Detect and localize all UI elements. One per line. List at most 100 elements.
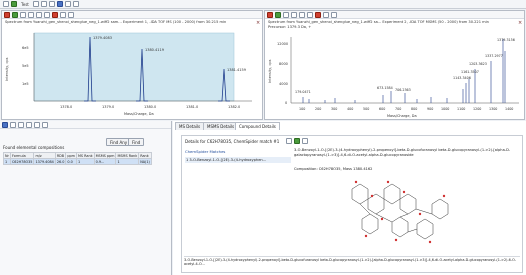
app-window: Test Spectrum from Yuanzhi_gen_shenxi_sh… [0, 0, 526, 275]
print-icon[interactable] [60, 11, 66, 18]
zoom-icon[interactable] [40, 1, 47, 7]
peak-label: 1337.2977 [485, 54, 503, 58]
add-icon[interactable] [12, 11, 18, 18]
compound-bottom-text: 3-O-Benzoyl-1-O-[(2E)-3-(4-hydroxyphenyl… [184, 256, 520, 267]
x-tick-label: 600 [379, 107, 385, 111]
peak-label: 1161.3507 [461, 70, 479, 74]
spectrum-icon[interactable] [267, 11, 273, 18]
x-tick-label: 1000 [441, 107, 449, 111]
tab-msms-details[interactable]: MSMS Details [203, 122, 239, 130]
x-tick-label: 1300 [489, 107, 497, 111]
precursor-label: Precursor: 1379.3 Da, + [268, 25, 312, 29]
peak-label: 1380.4119 [145, 48, 164, 52]
run-icon[interactable] [11, 1, 17, 7]
window-icon[interactable] [42, 121, 48, 128]
print-icon[interactable] [323, 11, 329, 18]
table-icon[interactable] [64, 1, 71, 7]
add-icon[interactable] [275, 11, 281, 18]
ms-spectrum-toolbar [2, 11, 262, 19]
main-toolbar: Test [0, 0, 526, 9]
arrow-right-icon[interactable] [307, 11, 313, 18]
y-axis-label: Intensity, cps [268, 59, 272, 83]
arrow-left-icon[interactable] [36, 11, 42, 18]
cell: C62H78O35 [9, 158, 35, 165]
x-axis-label: Mass/Charge, Da [124, 112, 154, 116]
msms-spectrum-toolbar [265, 11, 524, 19]
chemspider-label: ChemSpider Matches [185, 149, 226, 154]
cell: 1 [115, 158, 140, 165]
arrow-left-icon[interactable] [299, 11, 305, 18]
chemspider-match-row[interactable]: 1 3-O-Benzoyl-1-O-[(2E)-3-(4-hydroxyphen… [185, 157, 291, 163]
globe-icon[interactable] [294, 138, 300, 144]
details-panel: MS Details MSMS Details Compound Details… [173, 121, 526, 275]
open-icon[interactable] [3, 1, 9, 7]
zoom-in-icon[interactable] [20, 11, 26, 18]
msms-spectrum-plot[interactable]: Intensity, cps 12000 8000 4000 0 100 200… [265, 31, 523, 119]
spectrum-icon[interactable] [4, 11, 10, 18]
gear-icon[interactable] [302, 138, 308, 144]
zoom-in-icon[interactable] [283, 11, 289, 18]
formula-icon[interactable] [2, 121, 8, 128]
print-icon[interactable] [48, 1, 55, 7]
peak-label: 1381.4159 [227, 68, 246, 72]
text-icon[interactable] [10, 121, 16, 128]
peak-label: 1379.3156 [497, 38, 515, 42]
x-tick-label: 1381.0 [186, 105, 198, 109]
close-icon[interactable]: × [256, 21, 260, 26]
grid-icon[interactable] [68, 11, 74, 18]
x-axis-label: Mass/Charge, Da [387, 114, 417, 118]
arrow-icon[interactable] [32, 1, 39, 7]
ms-spectrum-title: Spectrum from Yuanzhi_gen_shenxi_shenglu… [5, 20, 227, 24]
x-tick-label: 200 [315, 107, 321, 111]
zoom-out-icon[interactable] [291, 11, 297, 18]
compositions-toolbar [0, 121, 171, 129]
cell: 0.9... [93, 158, 117, 165]
details-title: Details for C62H78O35, ChemSpider match … [185, 139, 280, 144]
details-content: Details for C62H78O35, ChemSpider match … [181, 135, 523, 273]
x-tick-label: 700 [395, 107, 401, 111]
compound-name: 3-O-Benzoyl-1-O-[(2E)-3-(4-hydroxyphenyl… [294, 148, 511, 157]
peak-label: 1143.3406 [453, 76, 471, 80]
copy-icon[interactable] [286, 138, 292, 144]
info-icon[interactable] [18, 121, 24, 128]
x-ticks: 100 200 300 400 500 600 700 800 900 1000… [299, 107, 513, 111]
found-label: Found elemental compositions [3, 145, 65, 150]
highlight-region [33, 32, 235, 102]
y-tick-label: 0 [285, 101, 287, 105]
compositions-table: Nr Formula m/z RDB ppm MS Rank MSMS ppm … [3, 152, 152, 165]
peak-label: 1379.4083 [93, 36, 112, 40]
y-axis-label: Intensity, cps [5, 57, 9, 81]
window-icon[interactable] [72, 1, 79, 7]
x-tick-label: 100 [299, 107, 305, 111]
close-small-icon[interactable] [315, 11, 321, 18]
y-tick-label: 1e5 [22, 82, 29, 86]
table-row[interactable]: 1 C62H78O35 1379.4084 26.0 0.0 1 0.9... … [3, 158, 152, 165]
cell: 1 [75, 158, 95, 165]
ms-spectrum-plot[interactable]: Intensity, cps 1e5 5e5 6e5 1378.0 1379.0… [2, 29, 262, 119]
details-toolbar [286, 138, 308, 144]
x-tick-label: 400 [347, 107, 353, 111]
cell: NA(1) [138, 158, 152, 165]
arrow-right-icon[interactable] [44, 11, 50, 18]
x-tick-label: 1378.0 [60, 105, 72, 109]
tab-ms-details[interactable]: MS Details [175, 122, 205, 130]
y-tick-label: 4000 [279, 82, 288, 86]
x-tick-label: 300 [331, 107, 337, 111]
msms-spectrum-title: Spectrum from Yuanzhi_gen_shenxi_shenglu… [268, 20, 489, 24]
find-button[interactable]: Find [128, 138, 145, 146]
close-icon[interactable]: × [518, 21, 522, 26]
grid-icon[interactable] [331, 11, 337, 18]
print-icon[interactable] [34, 121, 40, 128]
close-small-icon[interactable] [52, 11, 58, 18]
composition-text: Composition: C62H78O35, Mass 1380.4162 [294, 167, 373, 171]
compositions-panel: Found elemental compositions Find Any Fi… [0, 121, 172, 275]
graph-icon[interactable] [56, 1, 63, 7]
ms-spectrum-pane: Spectrum from Yuanzhi_gen_shenxi_shenglu… [1, 10, 263, 120]
zoom-out-icon[interactable] [28, 11, 34, 18]
y-tick-label: 12000 [277, 42, 288, 46]
copy-icon[interactable] [26, 121, 32, 128]
test-menu[interactable]: Test [19, 2, 31, 7]
msms-spectrum-pane: Spectrum from Yuanzhi_gen_shenxi_shenglu… [264, 10, 525, 120]
tab-compound-details[interactable]: Compound Details [235, 122, 280, 130]
x-tick-label: 1100 [457, 107, 465, 111]
